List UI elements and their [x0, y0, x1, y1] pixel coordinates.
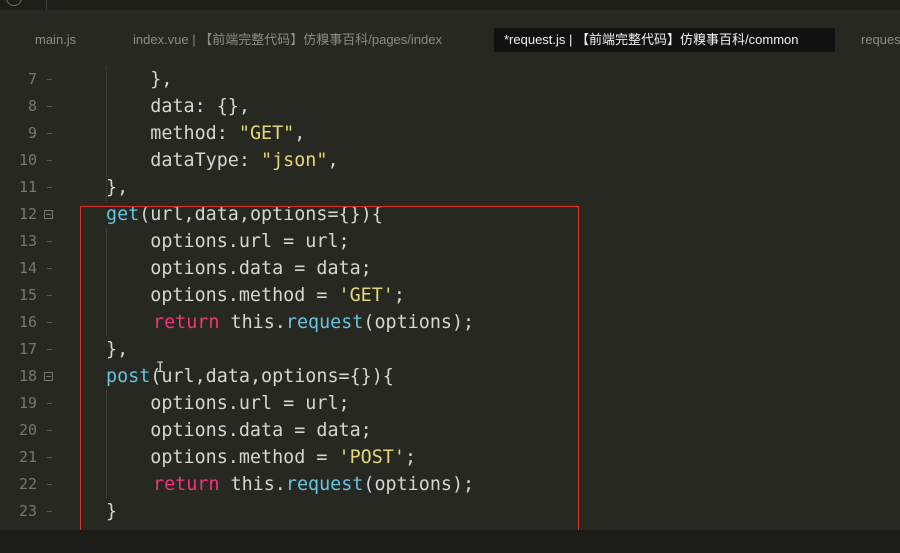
divider — [46, 0, 47, 10]
window-control-icon[interactable] — [6, 0, 22, 6]
code-text: }, — [106, 69, 173, 90]
code-text: } — [106, 501, 118, 522]
fold-toggle-icon[interactable] — [44, 372, 53, 381]
tab-request-js-active[interactable]: *request.js | 【前端完整代码】仿糗事百科/common — [494, 28, 835, 52]
fold-toggle-icon[interactable] — [44, 210, 53, 219]
code-text: }, — [106, 339, 129, 360]
gutter-marker — [47, 511, 52, 512]
code-line: 13 options.url = url; — [0, 228, 900, 255]
gutter-marker — [47, 322, 52, 323]
code-text: data: {}, — [106, 96, 250, 117]
gutter-marker — [47, 268, 52, 269]
code-text: options.url = url; — [106, 393, 350, 414]
code-line: 9 method: "GET", — [0, 120, 900, 147]
code-text: return this.request(options); — [153, 474, 475, 495]
code-line: 14 options.data = data; — [0, 255, 900, 282]
code-line: 17 }, — [0, 336, 900, 363]
gutter-marker — [47, 349, 52, 350]
code-text: method: "GET", — [106, 123, 306, 144]
gutter-marker — [47, 241, 52, 242]
code-text: return this.request(options); — [153, 312, 475, 333]
code-line: 18 post(url,data,options={}){ — [0, 363, 900, 390]
line-number: 13 — [18, 232, 37, 250]
code-line: 8 data: {}, — [0, 93, 900, 120]
line-number: 9 — [27, 124, 37, 142]
line-number: 20 — [18, 421, 37, 439]
gutter-marker — [47, 106, 52, 107]
line-number: 21 — [18, 448, 37, 466]
line-number: 22 — [18, 475, 37, 493]
line-number: 19 — [18, 394, 37, 412]
gutter-marker — [47, 79, 52, 80]
code-text: options.method = 'POST'; — [106, 447, 417, 468]
gutter-marker — [47, 403, 52, 404]
line-number: 14 — [18, 259, 37, 277]
code-line: 20 options.data = data; — [0, 417, 900, 444]
line-number: 11 — [18, 178, 37, 196]
line-number: 7 — [27, 70, 37, 88]
code-text: options.method = 'GET'; — [106, 285, 405, 306]
code-text: get(url,data,options={}){ — [106, 204, 383, 225]
tab-request-overflow[interactable]: reques — [851, 28, 900, 52]
code-line: 19 options.url = url; — [0, 390, 900, 417]
code-text: options.url = url; — [106, 231, 350, 252]
line-number: 10 — [18, 151, 37, 169]
gutter-marker — [47, 160, 52, 161]
code-line: 7 }, — [0, 66, 900, 93]
gutter-marker — [47, 484, 52, 485]
code-line: 23 } — [0, 498, 900, 525]
code-text: dataType: "json", — [106, 150, 339, 171]
gutter-marker — [47, 430, 52, 431]
line-number: 8 — [27, 97, 37, 115]
code-line: 15 options.method = 'GET'; — [0, 282, 900, 309]
gutter-marker — [47, 295, 52, 296]
line-number: 17 — [18, 340, 37, 358]
status-bar — [0, 530, 900, 553]
code-line: 22 return this.request(options); — [0, 471, 900, 498]
line-number: 18 — [18, 367, 37, 385]
code-line: 16 return this.request(options); — [0, 309, 900, 336]
code-text: options.data = data; — [106, 258, 372, 279]
line-number: 15 — [18, 286, 37, 304]
code-line: 11 }, — [0, 174, 900, 201]
tab-index-vue[interactable]: index.vue | 【前端完整代码】仿糗事百科/pages/index — [123, 28, 452, 52]
code-line: 21 options.method = 'POST'; — [0, 444, 900, 471]
tab-bar: main.js index.vue | 【前端完整代码】仿糗事百科/pages/… — [0, 10, 900, 60]
line-number: 12 — [18, 205, 37, 223]
code-line: 10 dataType: "json", — [0, 147, 900, 174]
gutter-marker — [47, 457, 52, 458]
code-editor[interactable]: 7 }, 8 data: {}, 9 method: "GET", 10 dat… — [0, 66, 900, 553]
gutter-marker — [47, 133, 52, 134]
code-text: options.data = data; — [106, 420, 372, 441]
window-top-strip — [0, 0, 900, 10]
gutter-marker — [47, 187, 52, 188]
line-number: 23 — [18, 502, 37, 520]
text-cursor-icon: I — [156, 360, 165, 376]
tab-main-js[interactable]: main.js — [25, 28, 86, 52]
line-number: 16 — [18, 313, 37, 331]
code-text: post(url,data,options={}){ — [106, 366, 394, 387]
code-text: }, — [106, 177, 129, 198]
code-line: 12 get(url,data,options={}){ — [0, 201, 900, 228]
